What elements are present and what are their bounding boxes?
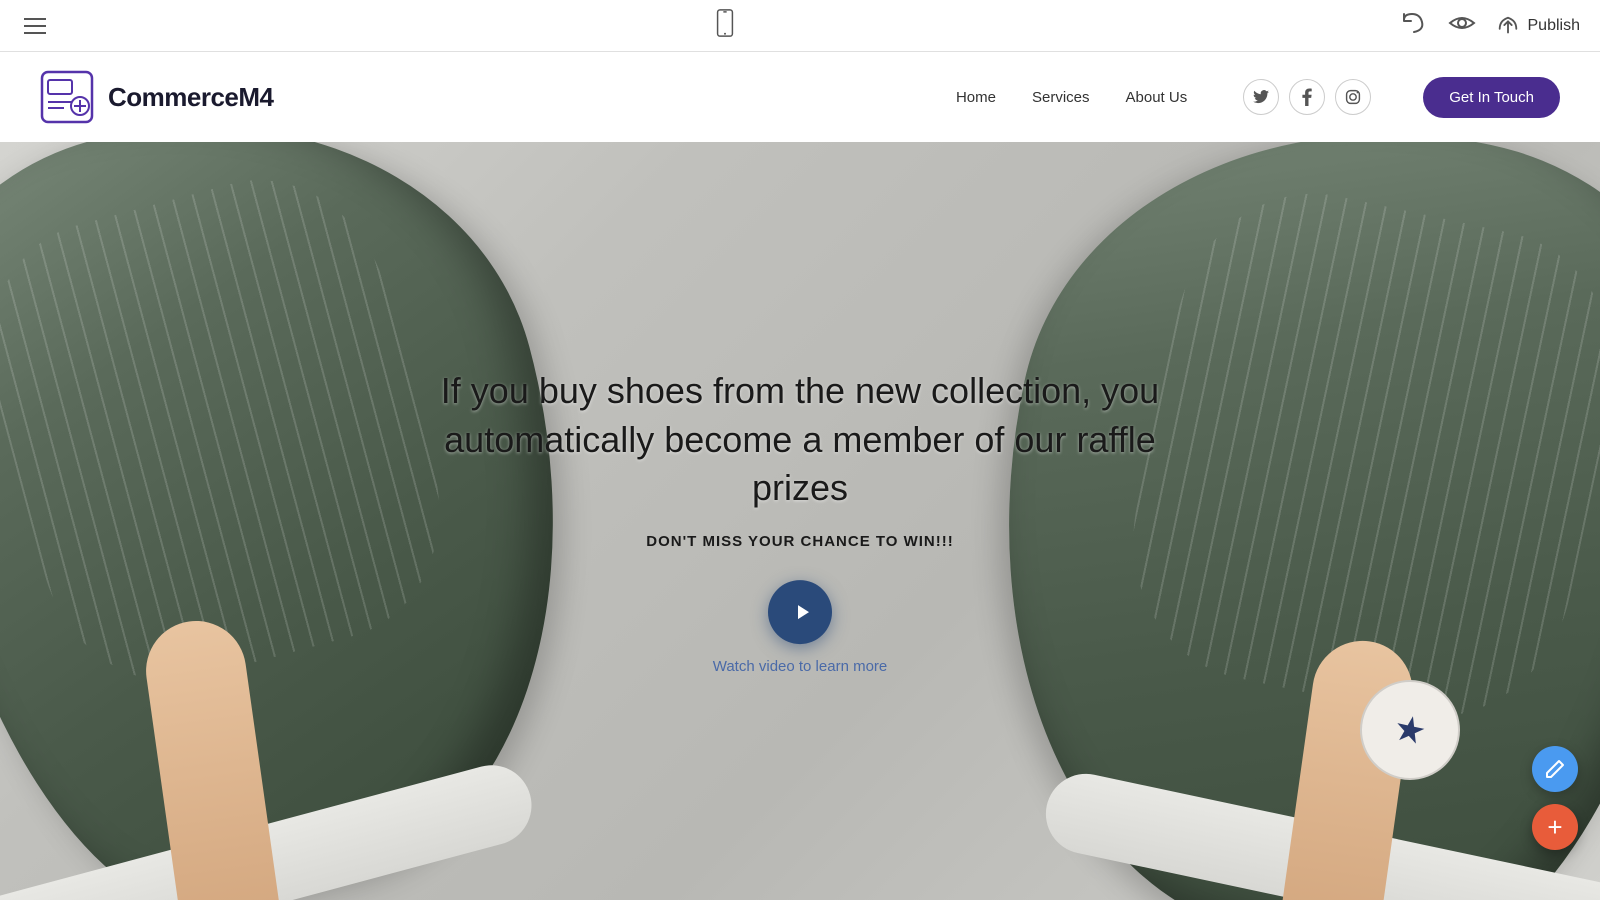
website-frame: CommerceM4 Home Services About Us [0,52,1600,900]
instagram-icon[interactable] [1335,79,1371,115]
hero-section: If you buy shoes from the new collection… [0,142,1600,900]
publish-label: Publish [1528,17,1580,35]
site-nav: Home Services About Us [956,77,1560,118]
watch-video-link[interactable]: Watch video to learn more [440,658,1160,675]
hero-content: If you buy shoes from the new collection… [440,367,1160,675]
edit-fab-button[interactable] [1532,746,1578,792]
mobile-preview-icon[interactable] [714,9,736,42]
add-icon: + [1547,812,1562,843]
twitter-icon[interactable] [1243,79,1279,115]
facebook-icon[interactable] [1289,79,1325,115]
hamburger-menu-icon[interactable] [20,14,50,38]
toolbar-left [20,14,50,38]
preview-icon[interactable] [1448,13,1476,38]
toolbar-right: Publish [1400,12,1580,39]
site-header: CommerceM4 Home Services About Us [0,52,1600,142]
hero-subtitle: DON'T MISS YOUR CHANCE TO WIN!!! [440,533,1160,550]
nav-services[interactable]: Services [1032,89,1090,106]
get-in-touch-button[interactable]: Get In Touch [1423,77,1560,118]
undo-icon[interactable] [1400,12,1428,39]
hero-title: If you buy shoes from the new collection… [440,367,1160,513]
nav-about-us[interactable]: About Us [1126,89,1188,106]
publish-button[interactable]: Publish [1496,15,1580,37]
logo-icon [40,70,94,124]
play-video-button[interactable] [768,580,832,644]
toolbar: Publish [0,0,1600,52]
toolbar-center [714,9,736,42]
nav-home[interactable]: Home [956,89,996,106]
site-logo: CommerceM4 [40,70,274,124]
social-icons [1243,79,1371,115]
site-logo-text: CommerceM4 [108,82,274,113]
add-fab-button[interactable]: + [1532,804,1578,850]
